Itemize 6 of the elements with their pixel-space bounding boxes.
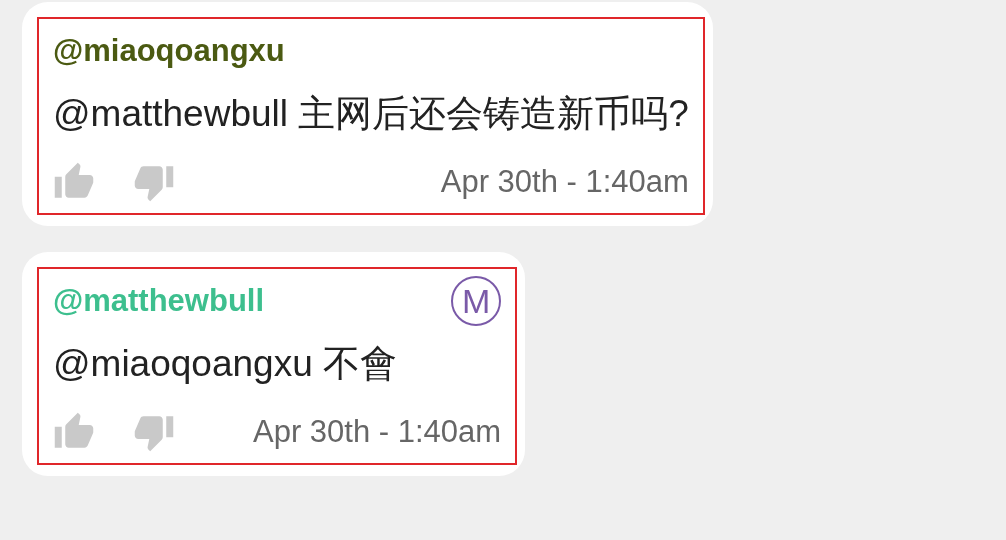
timestamp: Apr 30th - 1:40am: [252, 414, 502, 450]
comment-text: @miaoqoangxu 不會: [53, 342, 398, 386]
timestamp: Apr 30th - 1:40am: [439, 164, 689, 200]
comment-text: @matthewbull 主网后还会铸造新币吗?: [53, 92, 689, 136]
username[interactable]: @miaoqoangxu: [53, 33, 285, 69]
moderator-badge: M: [451, 276, 502, 326]
